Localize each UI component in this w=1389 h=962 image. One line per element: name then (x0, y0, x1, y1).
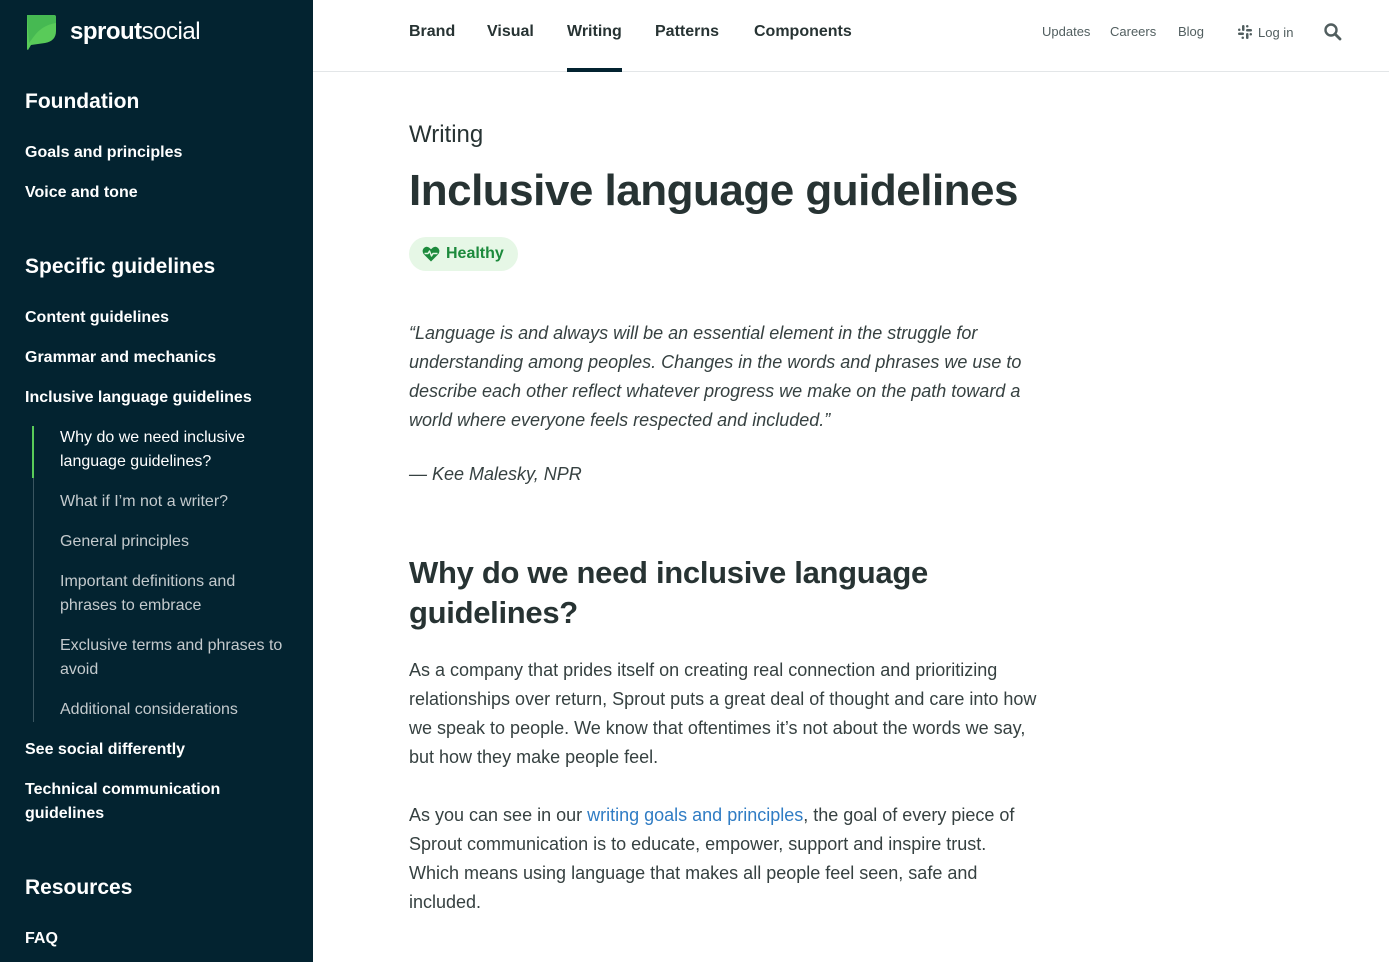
sidebar-subitem-why-inclusive[interactable]: Why do we need inclusive language guidel… (60, 426, 285, 474)
section-heading: Why do we need inclusive language guidel… (409, 555, 928, 630)
quote-author: — Kee Malesky, NPR (409, 464, 582, 484)
logo[interactable]: sproutsocial (25, 13, 201, 50)
sidebar-item-content-guidelines[interactable]: Content guidelines (25, 306, 295, 330)
nav-components[interactable]: Components (754, 0, 852, 72)
slack-icon (1238, 25, 1252, 39)
nav-blog[interactable]: Blog (1178, 24, 1204, 39)
heart-pulse-icon (422, 246, 440, 262)
status-badge: Healthy (409, 237, 518, 271)
sidebar-item-goals-and-principles[interactable]: Goals and principles (25, 141, 295, 165)
sidebar-heading-specific-guidelines: Specific guidelines (25, 255, 216, 278)
sprout-leaf-icon (27, 15, 56, 50)
login-label: Log in (1258, 24, 1294, 40)
sidebar-subitem-important-definitions[interactable]: Important definitions and phrases to emb… (60, 570, 285, 618)
sidebar-item-faq[interactable]: FAQ (25, 927, 295, 951)
paragraph-2: As you can see in our writing goals and … (409, 805, 1015, 912)
sidebar-subitem-not-a-writer[interactable]: What if I’m not a writer? (60, 490, 285, 514)
sidebar-item-see-social-differently[interactable]: See social differently (25, 738, 295, 762)
page-title: Inclusive language guidelines (409, 166, 1019, 215)
sidebar-subnav-active-indicator (32, 426, 34, 478)
nav-visual[interactable]: Visual (487, 0, 534, 72)
search-icon[interactable] (1323, 22, 1343, 42)
sidebar-item-grammar-and-mechanics[interactable]: Grammar and mechanics (25, 346, 295, 370)
nav-writing[interactable]: Writing (567, 0, 622, 72)
top-navigation: Brand Visual Writing Patterns Components… (313, 0, 1389, 72)
page-eyebrow: Writing (409, 121, 484, 148)
pull-quote: “Language is and always will be an essen… (409, 323, 1022, 430)
sidebar-item-inclusive-language-guidelines[interactable]: Inclusive language guidelines (25, 386, 295, 410)
sidebar-heading-resources: Resources (25, 876, 133, 899)
nav-brand[interactable]: Brand (409, 0, 455, 72)
sidebar-subitem-exclusive-terms[interactable]: Exclusive terms and phrases to avoid (60, 634, 285, 682)
status-badge-label: Healthy (446, 245, 504, 262)
sidebar-item-voice-and-tone[interactable]: Voice and tone (25, 181, 295, 205)
sidebar-heading-foundation: Foundation (25, 90, 140, 113)
logo-text: sproutsocial (70, 17, 201, 45)
sidebar-subitem-additional-considerations[interactable]: Additional considerations (60, 698, 285, 722)
sidebar: sproutsocial Foundation Goals and princi… (0, 0, 313, 962)
sidebar-subitem-general-principles[interactable]: General principles (60, 530, 285, 554)
nav-careers[interactable]: Careers (1110, 24, 1156, 39)
login-button[interactable]: Log in (1237, 24, 1293, 40)
paragraph-1: As a company that prides itself on creat… (409, 660, 1037, 767)
nav-patterns[interactable]: Patterns (655, 0, 719, 72)
writing-goals-link[interactable]: writing goals and principles (587, 805, 803, 825)
sidebar-item-technical-communication[interactable]: Technical communication guidelines (25, 778, 245, 826)
nav-updates[interactable]: Updates (1042, 24, 1090, 39)
